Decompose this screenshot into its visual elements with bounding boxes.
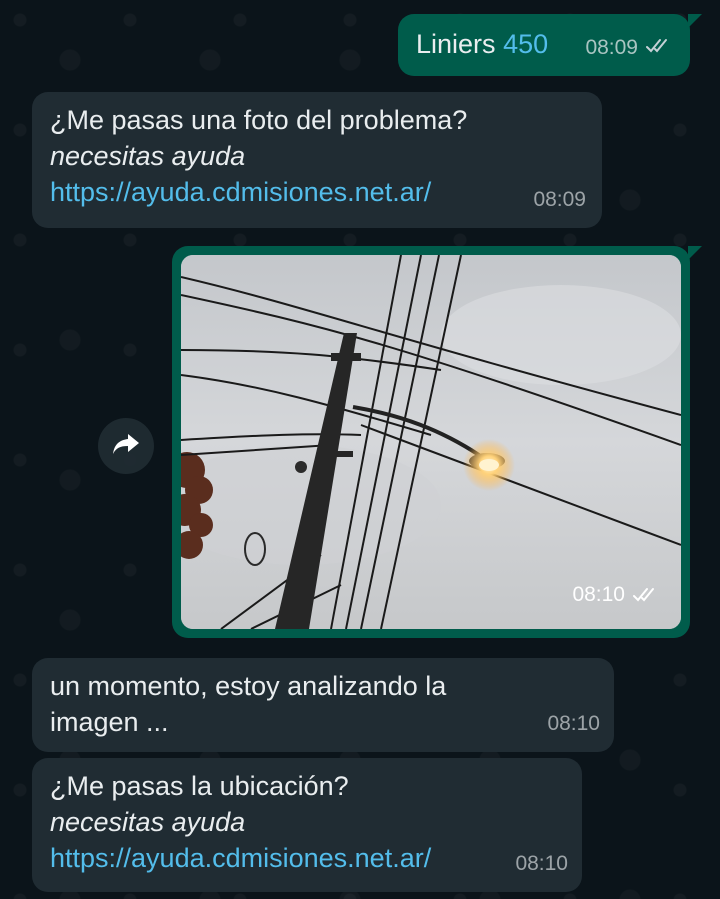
- double-check-icon: [633, 587, 659, 603]
- bubble-tail: [688, 14, 702, 28]
- message-time: 08:09: [585, 36, 638, 59]
- message-link[interactable]: https://ayuda.cdmisiones.net.ar/: [50, 174, 584, 210]
- outgoing-image-message[interactable]: 08:10: [172, 246, 702, 638]
- message-link[interactable]: https://ayuda.cdmisiones.net.ar/: [50, 840, 564, 876]
- forward-arrow-icon: [111, 431, 141, 462]
- message-time: 08:10: [572, 583, 625, 606]
- message-time: 08:10: [515, 852, 568, 875]
- message-text: ¿Me pasas una foto del problema?: [50, 105, 468, 135]
- message-meta: 08:10: [515, 846, 568, 882]
- bubble-tail: [688, 246, 702, 260]
- message-number: 450: [503, 29, 549, 59]
- forward-button[interactable]: [98, 418, 154, 474]
- double-check-icon: [646, 30, 672, 66]
- incoming-message-bubble[interactable]: ¿Me pasas una foto del problema? necesit…: [32, 92, 602, 228]
- message-time: 08:10: [547, 712, 600, 735]
- message-text-main: Liniers: [416, 29, 496, 59]
- message-meta: 08:09: [585, 30, 672, 66]
- message-italic-text: necesitas ayuda: [50, 807, 246, 837]
- incoming-message-bubble[interactable]: ¿Me pasas la ubicación? necesitas ayuda …: [32, 758, 582, 892]
- message-photo[interactable]: 08:10: [181, 255, 681, 629]
- message-text-line: imagen ...: [50, 707, 169, 737]
- message-text: Liniers 450: [416, 29, 548, 59]
- message-meta: 08:10: [572, 577, 659, 613]
- message-meta: 08:10: [547, 706, 600, 742]
- outgoing-message-bubble[interactable]: Liniers 450 08:09: [398, 14, 702, 76]
- message-text: ¿Me pasas la ubicación?: [50, 771, 349, 801]
- message-meta: 08:09: [533, 182, 586, 218]
- incoming-message-bubble[interactable]: un momento, estoy analizando la imagen .…: [32, 658, 614, 752]
- chat-area[interactable]: Liniers 450 08:09 ¿Me pasas una foto del…: [0, 0, 720, 899]
- message-text-line: un momento, estoy analizando la: [50, 671, 447, 701]
- message-time: 08:09: [533, 188, 586, 211]
- message-italic-text: necesitas ayuda: [50, 141, 246, 171]
